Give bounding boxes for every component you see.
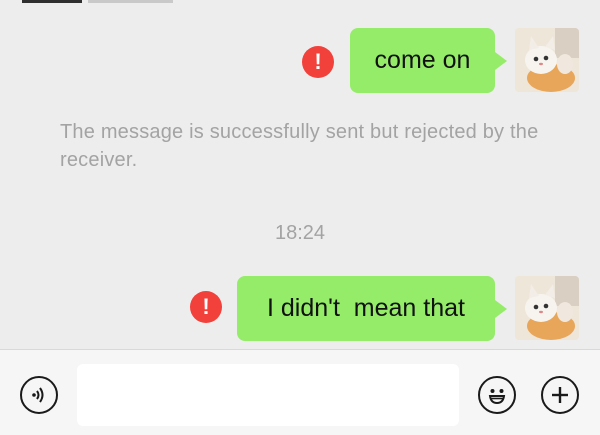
- error-icon[interactable]: !: [190, 291, 222, 323]
- status-bar-fragment: [22, 0, 82, 3]
- cat-avatar-image: [515, 276, 579, 340]
- cat-avatar-image: [515, 28, 579, 92]
- avatar[interactable]: [515, 28, 579, 92]
- message-text: come on: [374, 46, 471, 74]
- emoji-icon: [488, 389, 506, 405]
- error-symbol: !: [314, 49, 322, 74]
- voice-button[interactable]: [20, 376, 58, 414]
- emoji-button[interactable]: [478, 376, 516, 414]
- input-bar: [0, 349, 600, 435]
- more-button[interactable]: [541, 376, 579, 414]
- avatar[interactable]: [515, 276, 579, 340]
- message-input[interactable]: [77, 364, 459, 426]
- timestamp: 18:24: [274, 222, 326, 244]
- plus-icon: [552, 387, 568, 403]
- status-bar-fragment-2: [88, 0, 173, 3]
- error-symbol: !: [202, 294, 210, 319]
- system-notice: The message is successfully sent but rej…: [60, 121, 539, 171]
- error-icon[interactable]: !: [302, 46, 334, 78]
- message-text: I didn't mean that: [267, 294, 465, 322]
- voice-icon: [32, 387, 44, 403]
- message-bubble[interactable]: I didn't mean that: [237, 276, 507, 341]
- message-bubble[interactable]: come on: [350, 28, 507, 93]
